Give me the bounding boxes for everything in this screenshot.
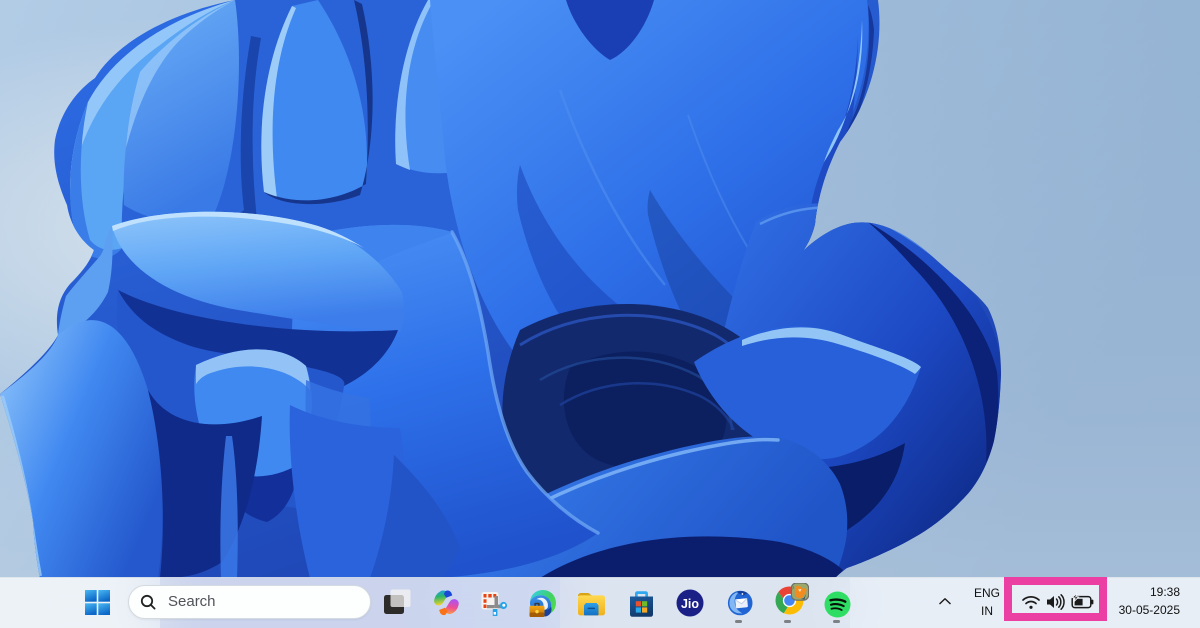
svg-text:Jio: Jio: [681, 597, 699, 611]
